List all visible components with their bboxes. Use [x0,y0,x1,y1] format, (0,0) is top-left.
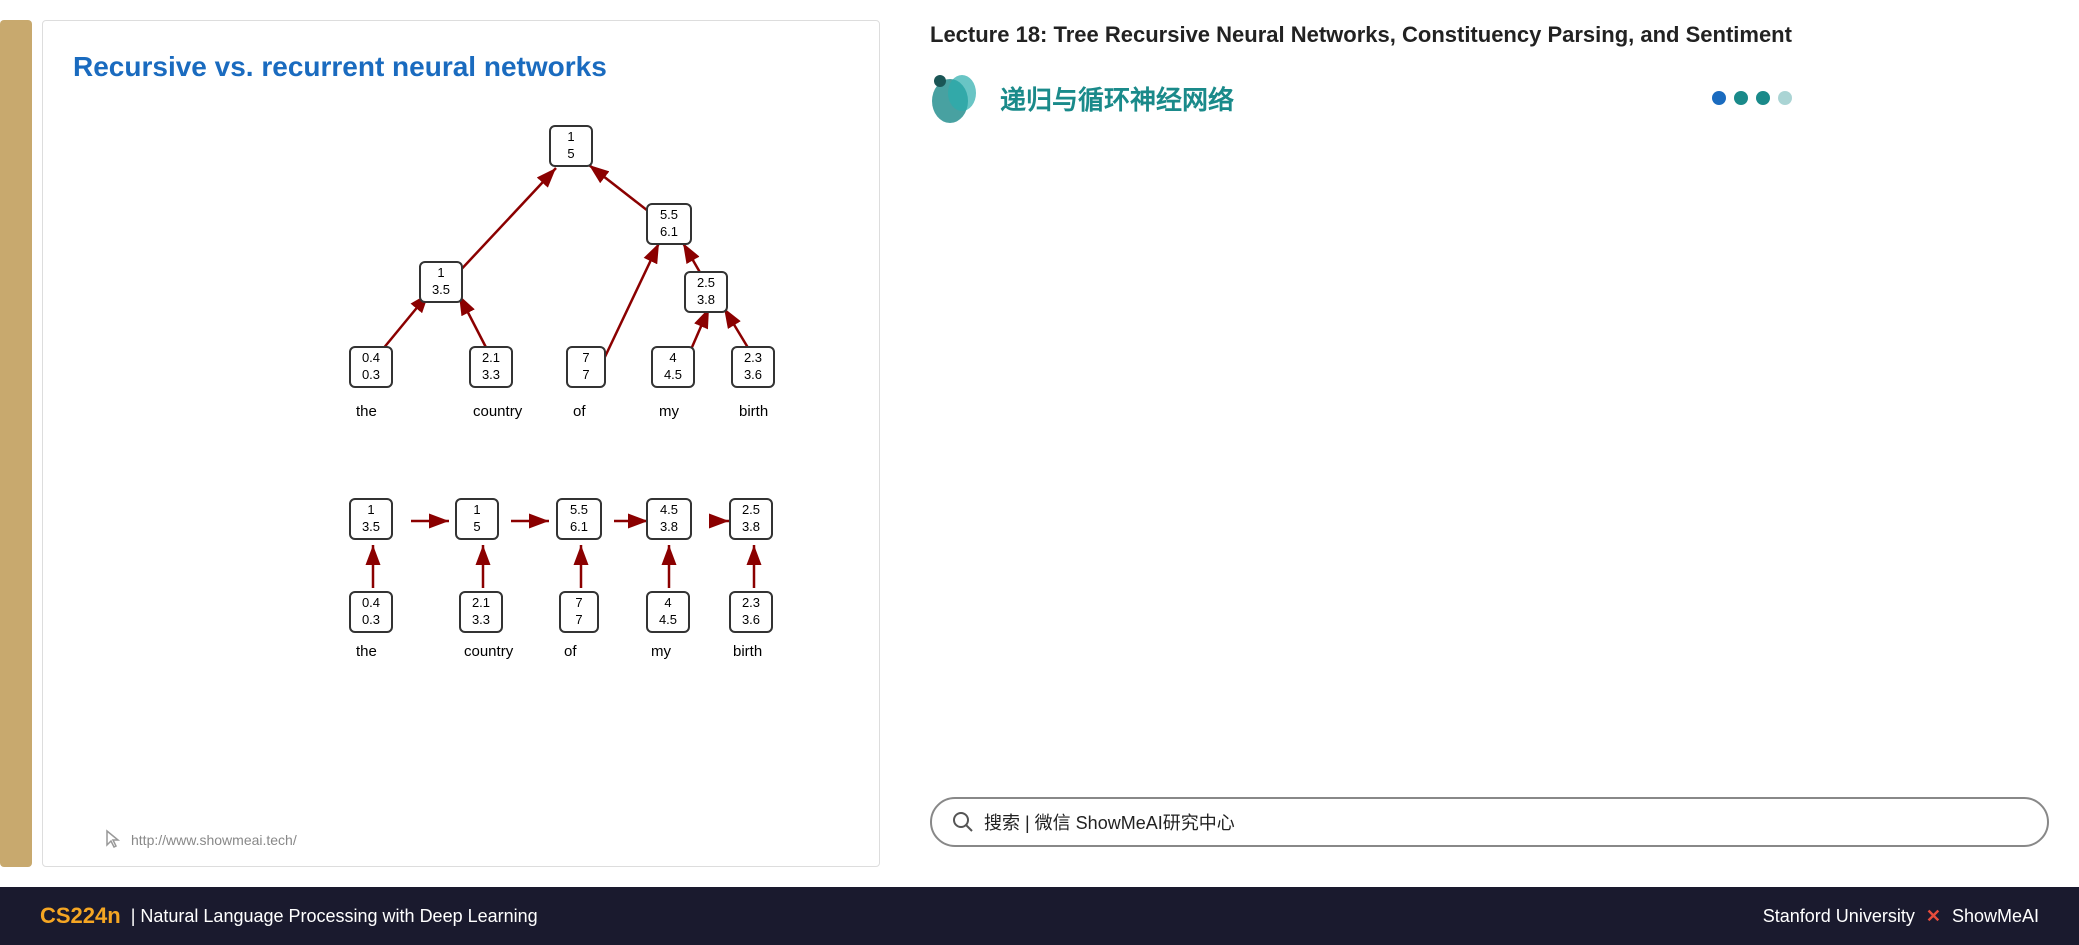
seq-node-4: 2.53.8 [729,498,773,540]
dot-4 [1778,91,1792,105]
seq-bottom-0: 0.40.3 [349,591,393,633]
dot-2 [1734,91,1748,105]
dot-1 [1712,91,1726,105]
seq-bottom-1: 2.13.3 [459,591,503,633]
tree-word-the: the [356,403,377,420]
cs-badge: CS224n [40,903,121,929]
slide-title: Recursive vs. recurrent neural networks [73,51,849,83]
footer-right: Stanford University ✕ ShowMeAI [1763,906,2039,927]
seq-node-1: 15 [455,498,499,540]
cursor-icon [103,829,125,851]
seq-word-the: the [356,643,377,660]
footer-left: CS224n | Natural Language Processing wit… [40,903,538,929]
footer-course: | Natural Language Processing with Deep … [131,906,538,927]
chinese-subtitle: 递归与循环神经网络 [1000,80,1234,117]
tree-node-n1: 5.56.1 [646,203,692,245]
chinese-section: 递归与循环神经网络 [930,71,1792,126]
search-box[interactable]: 搜索 | 微信 ShowMeAI研究中心 [930,797,2049,847]
seq-node-2: 5.56.1 [556,498,602,540]
seq-word-of: of [564,643,577,660]
footer-x: ✕ [1926,906,1941,926]
left-accent-bar [0,20,32,867]
seq-word-country: country [464,643,513,660]
seq-word-my: my [651,643,671,660]
tree-node-the: 0.40.3 [349,346,393,388]
tree-node-country: 2.13.3 [469,346,513,388]
tree-diagram: 15 5.56.1 13.5 2.53.8 0.40.3 2.13.3 77 4… [111,103,811,463]
search-text: 搜索 | 微信 ShowMeAI研究中心 [984,809,1235,835]
tree-word-country: country [473,403,522,420]
footer-university: Stanford University [1763,906,1915,926]
tree-word-birth: birth [739,403,768,420]
tree-node-n3: 2.53.8 [684,271,728,313]
seq-bottom-2: 77 [559,591,599,633]
url-text: http://www.showmeai.tech/ [131,832,297,848]
footer: CS224n | Natural Language Processing wit… [0,887,2079,945]
search-icon [952,811,974,833]
tree-word-of: of [573,403,586,420]
dot-3 [1756,91,1770,105]
tree-node-of: 77 [566,346,606,388]
seq-bottom-3: 44.5 [646,591,690,633]
tree-node-my: 44.5 [651,346,695,388]
slide-area: Recursive vs. recurrent neural networks [0,0,900,887]
footer-brand: ShowMeAI [1952,906,2039,926]
seq-bottom-4: 2.33.6 [729,591,773,633]
tree-node-birth: 2.33.6 [731,346,775,388]
tree-word-my: my [659,403,679,420]
tree-node-n2: 13.5 [419,261,463,303]
lecture-title: Lecture 18: Tree Recursive Neural Networ… [930,20,1792,51]
seq-word-birth: birth [733,643,762,660]
tree-node-root: 15 [549,125,593,167]
seq-diagram: 13.5 15 5.56.1 4.53.8 2.53.8 0.40.3 2.13… [111,473,811,683]
wave-icon [930,71,985,126]
slide-url: http://www.showmeai.tech/ [103,829,297,851]
seq-node-3: 4.53.8 [646,498,692,540]
seq-node-0: 13.5 [349,498,393,540]
slide-content: Recursive vs. recurrent neural networks [42,20,880,867]
dots-row [1712,91,1792,105]
right-panel: Lecture 18: Tree Recursive Neural Networ… [900,0,2079,887]
